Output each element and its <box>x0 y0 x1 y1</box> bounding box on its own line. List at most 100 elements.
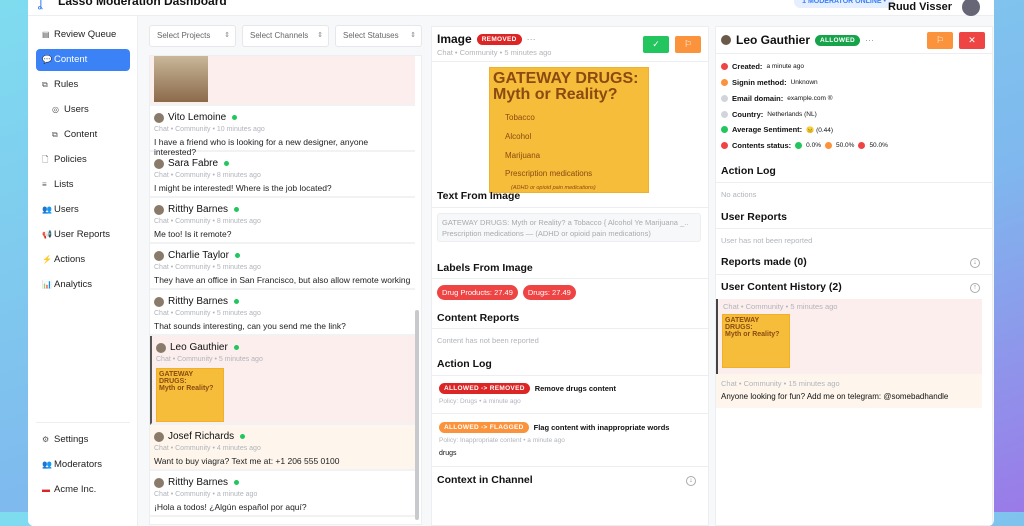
sidebar-item-policies[interactable]: 🗋 Policies <box>36 149 130 171</box>
sidebar-item-moderators[interactable]: 👥 Moderators <box>36 454 130 476</box>
sidebar-item-users[interactable]: 👥 Users <box>36 199 130 221</box>
author-name[interactable]: Leo Gauthier <box>170 342 228 353</box>
sidebar-item-label: Rules <box>54 79 79 90</box>
select-projects[interactable]: Select Projects ⇕ <box>149 25 236 47</box>
message-text: I might be interested! Where is the job … <box>154 183 332 193</box>
ban-user-button[interactable]: ✕ <box>959 32 985 49</box>
sidebar-item-label: Content <box>64 129 98 140</box>
log-extra: drugs <box>439 450 457 457</box>
divider <box>716 274 992 275</box>
section-heading: Labels From Image <box>437 262 533 274</box>
transition-badge: ALLOWED -> REMOVED <box>439 383 530 394</box>
more-icon[interactable]: ··· <box>527 34 536 44</box>
author-name[interactable]: Ritthy Barnes <box>168 296 228 307</box>
log-meta: Policy: Drugs • a minute ago <box>439 398 521 405</box>
list-item[interactable]: Josef Richards Chat • Community • 4 minut… <box>150 425 415 471</box>
author-name[interactable]: Josef Richards <box>168 431 234 442</box>
status-badge: ALLOWED <box>815 34 860 46</box>
close-icon: ✕ <box>968 35 976 45</box>
message-meta: Chat • Community • 5 minutes ago <box>154 310 261 317</box>
list-item[interactable]: Ritthy Barnes Chat • Community • 5 minute… <box>150 290 415 336</box>
list-scrollbar[interactable] <box>415 310 419 520</box>
expand-down-icon[interactable]: ↓ <box>686 476 696 486</box>
list-item[interactable]: Vito Lemoine Chat • Community • 10 minute… <box>150 106 415 157</box>
expand-down-icon[interactable]: ↓ <box>970 258 980 268</box>
list-item[interactable]: Charlie Taylor Chat • Community • 5 minut… <box>150 244 415 290</box>
poster-item: Tobacco <box>505 113 535 122</box>
status-percent: 50.0% <box>836 142 855 149</box>
approve-button[interactable]: ✓ <box>643 36 669 53</box>
list-item[interactable]: Ritthy Barnes Chat • Community • 8 minute… <box>150 198 415 244</box>
sidebar-item-rules-content[interactable]: ⧉ Content <box>36 124 130 146</box>
detail-meta: Chat • Community • 5 minutes ago <box>437 48 552 57</box>
rules-icon: ⧉ <box>42 80 48 89</box>
user-rule-icon: ◎ <box>52 105 59 114</box>
flag-button[interactable]: ⚐ <box>675 36 701 53</box>
select-statuses-label: Select Statuses <box>343 31 399 40</box>
sidebar-item-user-reports[interactable]: 📢 User Reports <box>36 224 130 246</box>
more-icon[interactable]: ··· <box>865 35 874 45</box>
list-item[interactable]: Sara Fabre Chat • Community • 8 minutes a… <box>150 152 415 198</box>
sidebar-item-rules-users[interactable]: ◎ Users <box>36 99 130 121</box>
history-text: Anyone looking for fun? Add me on telegr… <box>721 392 949 401</box>
divider <box>432 278 708 279</box>
online-dot <box>224 161 230 166</box>
status-dot <box>721 79 728 86</box>
author-name[interactable]: Vito Lemoine <box>168 112 226 123</box>
online-dot <box>234 299 240 304</box>
sidebar-item-settings[interactable]: ⚙ Settings <box>36 429 130 451</box>
author-name[interactable]: Ritthy Barnes <box>168 204 228 215</box>
sidebar-item-analytics[interactable]: 📊 Analytics <box>36 274 130 296</box>
sidebar-item-label: Actions <box>54 254 86 265</box>
sidebar-item-actions[interactable]: ⚡ Actions <box>36 249 130 271</box>
fact-value: a minute ago <box>766 63 805 70</box>
sidebar-item-label: Analytics <box>54 279 93 290</box>
empty-state: No actions <box>721 190 757 199</box>
list-item[interactable]: Ritthy Barnes Chat • Community • a minute… <box>150 471 415 517</box>
author-name[interactable]: Charlie Taylor <box>168 250 229 261</box>
fact-row: Average Sentiment: 😐 (0.44) <box>721 125 833 134</box>
author-name[interactable]: Sara Fabre <box>168 158 218 169</box>
sidebar-item-review-queue[interactable]: ▤ Review Queue <box>36 24 130 46</box>
sidebar-item-organization[interactable]: ▬ Acme Inc. <box>36 479 130 501</box>
select-channels[interactable]: Select Channels ⇕ <box>242 25 329 47</box>
poster-subtitle: Myth or Reality? <box>159 385 214 392</box>
history-image[interactable]: GATEWAY DRUGS: Myth or Reality? <box>722 314 790 368</box>
list-item[interactable] <box>150 56 415 106</box>
user-avatar[interactable] <box>962 0 980 16</box>
message-image[interactable] <box>154 56 208 102</box>
message-meta: Chat • Community • 4 minutes ago <box>154 445 261 452</box>
content-rule-icon: ⧉ <box>52 130 58 139</box>
list-item-selected[interactable]: Leo Gauthier Chat • Community • 5 minutes… <box>150 336 415 425</box>
sidebar-item-label: Content <box>54 54 88 65</box>
user-name[interactable]: Ruud Visser <box>888 1 952 14</box>
label-chip[interactable]: Drug Products: 27.49 <box>437 285 518 300</box>
content-image[interactable]: GATEWAY DRUGS: Myth or Reality? Tobacco … <box>489 67 649 193</box>
flag-user-button[interactable]: ⚐ <box>927 32 953 49</box>
moderators-online-badge[interactable]: 1 MODERATOR ONLINE • <box>794 0 894 8</box>
fact-label: Contents status: <box>732 141 792 150</box>
section-heading: Reports made (0) <box>721 256 807 268</box>
message-image[interactable]: GATEWAY DRUGS: Myth or Reality? <box>156 368 224 422</box>
flag-icon: ⚐ <box>935 35 945 45</box>
avatar <box>156 342 166 353</box>
avatar <box>154 112 164 123</box>
label-chip[interactable]: Drugs: 27.49 <box>522 285 576 300</box>
sidebar-item-rules[interactable]: ⧉ Rules <box>36 74 130 96</box>
history-meta: Chat • Community • 5 minutes ago <box>723 302 838 311</box>
history-meta: Chat • Community • 15 minutes ago <box>721 379 840 388</box>
collapse-up-icon[interactable]: ↑ <box>970 283 980 293</box>
ocr-text: GATEWAY DRUGS: Myth or Reality? a Tobacc… <box>437 213 701 242</box>
fact-label: Created: <box>732 62 763 71</box>
log-title: Remove drugs content <box>534 384 616 393</box>
history-item[interactable]: Chat • Community • 5 minutes ago GATEWAY… <box>716 299 982 374</box>
fact-value: example.com ® <box>787 95 833 102</box>
message-text: Want to buy viagra? Text me at: +1 206 5… <box>154 456 340 466</box>
history-item[interactable]: Chat • Community • 15 minutes ago Anyone… <box>716 374 982 408</box>
sidebar-item-lists[interactable]: ≡ Lists <box>36 174 130 196</box>
author-name[interactable]: Ritthy Barnes <box>168 477 228 488</box>
fact-label: Country: <box>732 110 764 119</box>
sidebar-item-content[interactable]: 💬 Content <box>36 49 130 71</box>
select-statuses[interactable]: Select Statuses ⇕ <box>335 25 422 47</box>
megaphone-icon: 📢 <box>42 230 52 239</box>
